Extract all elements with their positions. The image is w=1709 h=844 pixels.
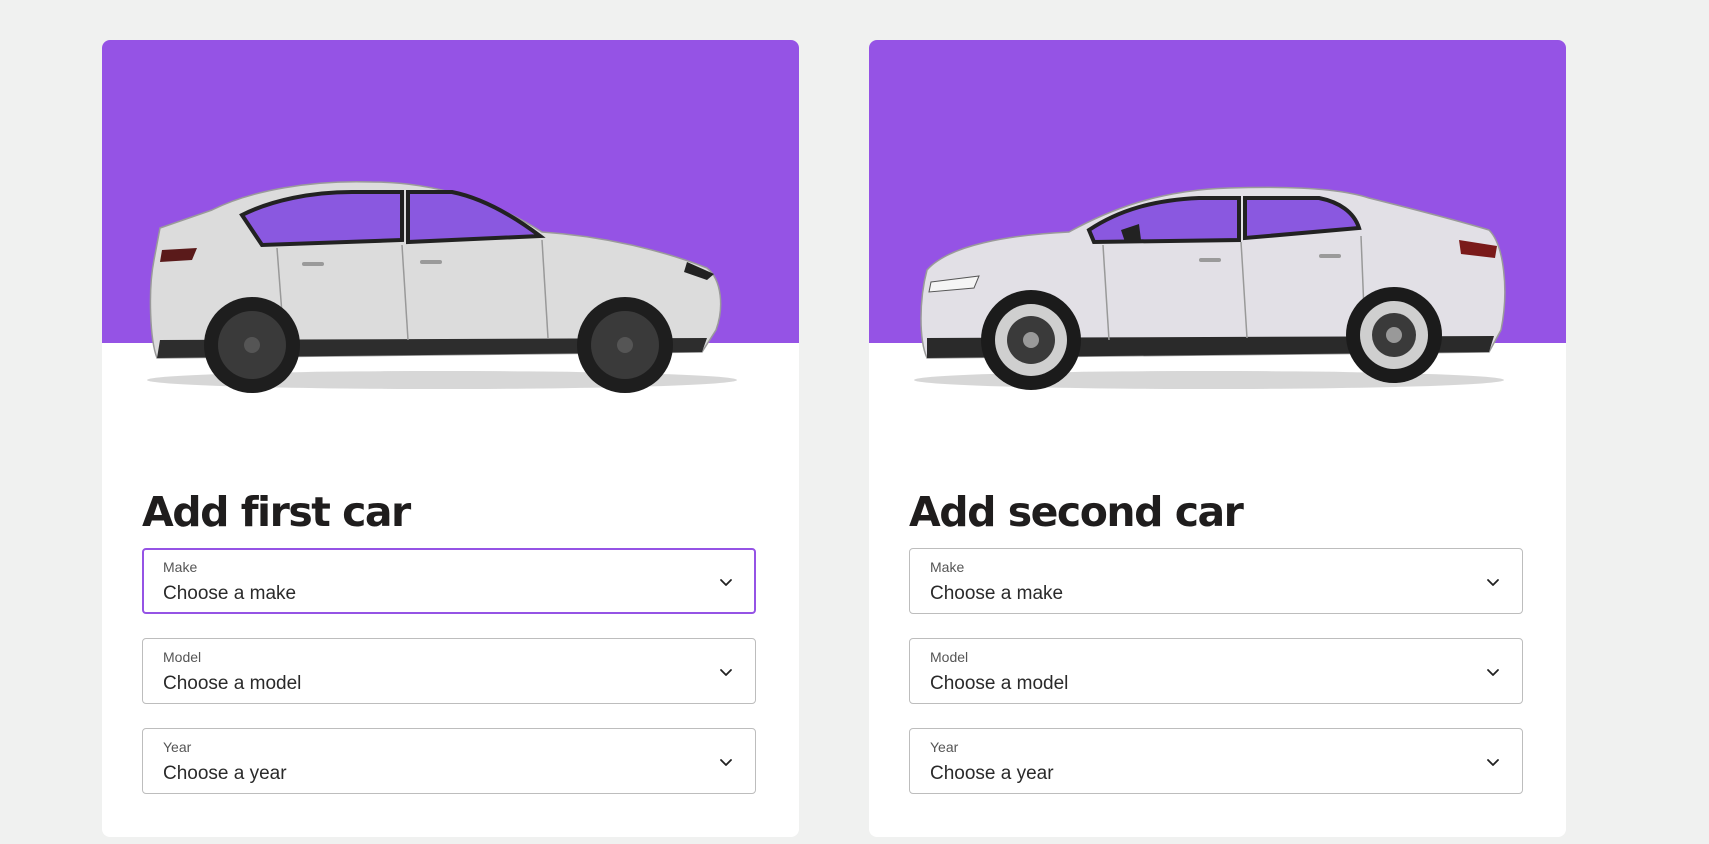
- chevron-down-icon: [720, 759, 732, 766]
- model-value: Choose a model: [930, 673, 1069, 694]
- chevron-down-icon: [720, 669, 732, 676]
- make-select[interactable]: Make Choose a make: [909, 548, 1523, 614]
- year-select[interactable]: Year Choose a year: [142, 728, 756, 794]
- year-label: Year: [930, 739, 959, 755]
- first-car-card: Add first car Make Choose a make Model C…: [102, 40, 799, 837]
- page-title: Add first car: [142, 488, 411, 536]
- model-label: Model: [163, 649, 202, 665]
- chevron-down-icon: [1487, 669, 1499, 676]
- second-car-card: Add second car Make Choose a make Model …: [869, 40, 1566, 837]
- make-select[interactable]: Make Choose a make: [142, 548, 756, 614]
- year-select[interactable]: Year Choose a year: [909, 728, 1523, 794]
- make-value: Choose a make: [930, 583, 1064, 604]
- chevron-down-icon: [1487, 759, 1499, 766]
- model-value: Choose a model: [163, 673, 302, 694]
- model-label: Model: [930, 649, 969, 665]
- year-label: Year: [163, 739, 192, 755]
- chevron-down-icon: [720, 579, 732, 586]
- model-select[interactable]: Model Choose a model: [142, 638, 756, 704]
- year-value: Choose a year: [163, 763, 287, 784]
- model-select[interactable]: Model Choose a model: [909, 638, 1523, 704]
- car-image-suv: [147, 181, 737, 393]
- chevron-down-icon: [1487, 579, 1499, 586]
- make-label: Make: [930, 559, 965, 575]
- make-label: Make: [163, 559, 198, 575]
- car-image-sedan: [914, 186, 1506, 390]
- year-value: Choose a year: [930, 763, 1054, 784]
- make-value: Choose a make: [163, 583, 297, 604]
- page-title: Add second car: [909, 488, 1244, 536]
